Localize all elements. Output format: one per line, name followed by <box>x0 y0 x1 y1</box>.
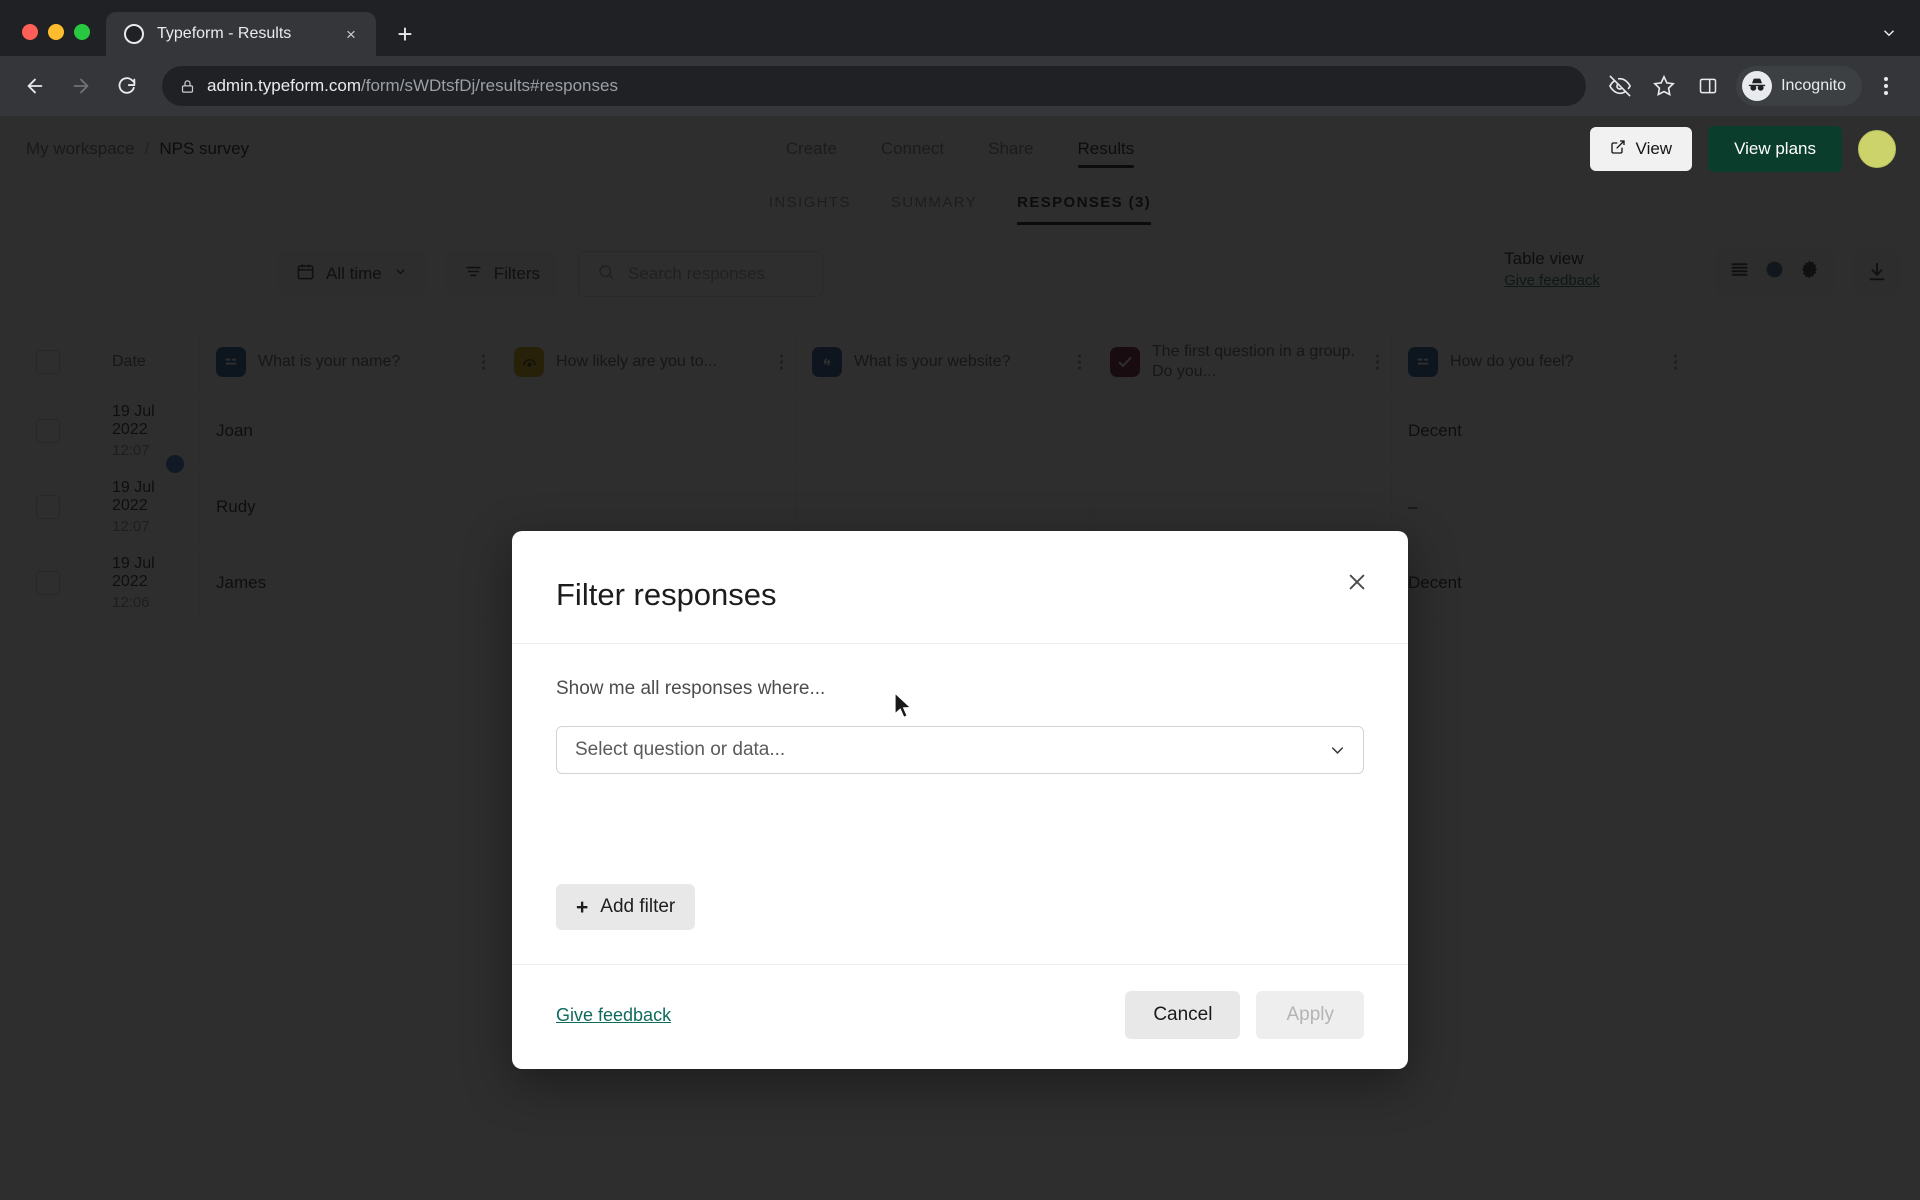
tab-strip: Typeform - Results × + <box>0 0 1920 56</box>
tab-title: Typeform - Results <box>157 25 292 42</box>
url-path: /form/sWDtsfDj/results#responses <box>361 76 618 95</box>
dialog-header: Filter responses <box>512 531 1408 644</box>
question-select-placeholder: Select question or data... <box>575 739 786 760</box>
eye-off-icon[interactable] <box>1600 66 1640 106</box>
close-window-button[interactable] <box>22 24 38 40</box>
tab-favicon-icon <box>124 24 144 44</box>
forward-arrow-icon <box>60 65 102 107</box>
dialog-body: Show me all responses where... Select qu… <box>512 644 1408 930</box>
new-tab-button[interactable]: + <box>388 17 422 51</box>
mouse-cursor <box>893 691 915 727</box>
url-domain: admin.typeform.com <box>207 76 361 95</box>
lock-icon <box>180 79 195 94</box>
dialog-title: Filter responses <box>556 577 777 612</box>
give-feedback-link[interactable]: Give feedback <box>556 1005 671 1026</box>
profile-label: Incognito <box>1781 77 1846 94</box>
star-icon[interactable] <box>1644 66 1684 106</box>
reload-icon[interactable] <box>106 65 148 107</box>
profile-incognito-button[interactable]: Incognito <box>1736 66 1862 106</box>
view-button[interactable]: View <box>1589 127 1693 171</box>
tab-list-chevron-down-icon[interactable] <box>1880 24 1898 46</box>
chevron-down-icon <box>1328 741 1347 760</box>
three-dots-menu-icon[interactable] <box>1866 66 1906 106</box>
apply-button: Apply <box>1256 991 1364 1039</box>
address-bar[interactable]: admin.typeform.com/form/sWDtsfDj/results… <box>162 66 1587 106</box>
page-viewport: My workspace / NPS survey Create Connect… <box>0 116 1920 1200</box>
dialog-actions: Cancel Apply <box>1125 991 1364 1039</box>
add-filter-button[interactable]: + Add filter <box>556 884 696 930</box>
back-arrow-icon[interactable] <box>14 65 56 107</box>
minimize-window-button[interactable] <box>48 24 64 40</box>
dialog-subtitle: Show me all responses where... <box>556 678 826 699</box>
cancel-button[interactable]: Cancel <box>1125 991 1241 1039</box>
plus-icon: + <box>576 895 589 919</box>
browser-toolbar: admin.typeform.com/form/sWDtsfDj/results… <box>0 56 1920 116</box>
incognito-icon <box>1742 71 1773 101</box>
view-button-label: View <box>1635 139 1673 158</box>
address-bar-url: admin.typeform.com/form/sWDtsfDj/results… <box>207 76 618 96</box>
filter-responses-dialog: Filter responses Show me all responses w… <box>512 531 1408 1069</box>
maximize-window-button[interactable] <box>74 24 90 40</box>
view-plans-button[interactable]: View plans <box>1708 126 1842 172</box>
question-select[interactable]: Select question or data... <box>556 726 1364 774</box>
tab-close-icon[interactable]: × <box>338 21 364 47</box>
dialog-footer: Give feedback Cancel Apply <box>512 964 1408 1069</box>
browser-window: Typeform - Results × + admin.typeform.co… <box>0 0 1920 1200</box>
close-icon[interactable] <box>1338 563 1376 601</box>
toolbar-icons: Incognito <box>1600 66 1906 106</box>
add-filter-label: Add filter <box>600 896 676 917</box>
avatar[interactable] <box>1858 130 1896 168</box>
window-traffic-lights <box>14 24 106 56</box>
side-panel-icon[interactable] <box>1688 66 1728 106</box>
app-top-nav-actions: View View plans <box>1589 126 1896 172</box>
browser-tab[interactable]: Typeform - Results × <box>106 12 376 56</box>
external-link-icon <box>1610 139 1626 160</box>
